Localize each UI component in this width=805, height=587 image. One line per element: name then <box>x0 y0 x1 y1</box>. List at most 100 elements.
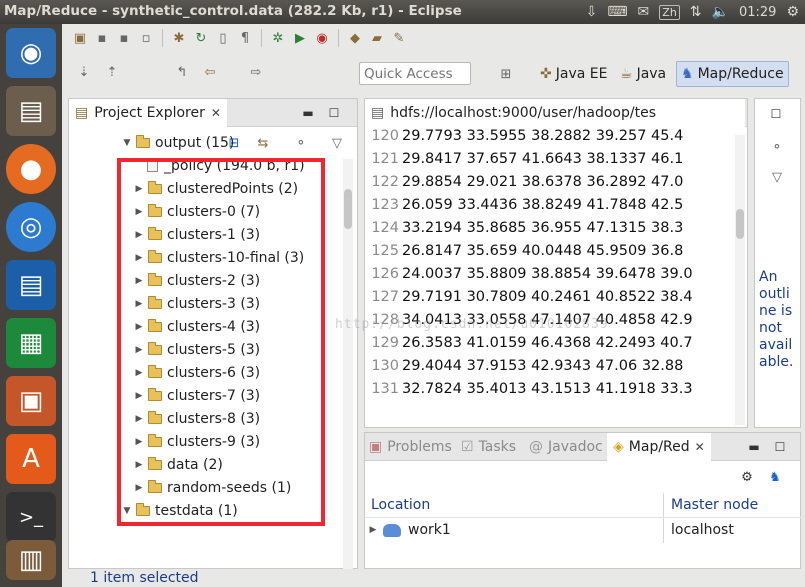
toggle-block-icon[interactable]: ▯ <box>213 28 233 48</box>
editor-text-area[interactable]: 120 29.7793 33.5955 38.2882 39.257 45.4 12… <box>365 127 747 427</box>
forward-icon[interactable]: ⇨ <box>246 62 266 82</box>
open-folder-icon[interactable]: ▰ <box>367 28 387 48</box>
outline-view-icon[interactable]: ⚬ <box>767 137 787 157</box>
collapsed-triangle-icon[interactable]: ▶ <box>133 391 145 401</box>
software-center-icon[interactable]: A <box>6 434 56 484</box>
tree-folder-item[interactable]: ▼ output (15) <box>121 131 234 154</box>
collapsed-triangle-icon[interactable]: ▶ <box>133 368 145 378</box>
collapsed-triangle-icon[interactable]: ▶ <box>133 414 145 424</box>
mail-icon[interactable]: ✉ <box>638 4 650 20</box>
perspective-map-reduce[interactable]: ♞ Map/Reduce <box>676 61 789 87</box>
tree-folder-item[interactable]: ▶ clusters-2 (3) <box>133 269 260 292</box>
table-row[interactable]: ▶ work1 <box>367 518 451 542</box>
tree-folder-item[interactable]: ▶ clusters-10-final (3) <box>133 246 304 269</box>
collapsed-triangle-icon[interactable]: ▶ <box>133 184 145 194</box>
keyboard-icon[interactable]: ⌨ <box>607 4 627 20</box>
close-icon[interactable]: ✕ <box>211 106 221 120</box>
save-all-icon[interactable]: ▪ <box>114 28 134 48</box>
maximize-icon[interactable]: ☐ <box>327 106 341 120</box>
tab-tasks[interactable]: ☑ Tasks <box>461 433 516 461</box>
new-location-icon[interactable]: ♞ <box>765 467 785 487</box>
collapsed-triangle-icon[interactable]: ▶ <box>133 460 145 470</box>
tab-editor-file[interactable]: ▤ hdfs://localhost:9000/user/hadoop/tes <box>365 99 745 127</box>
tree-folder-item[interactable]: ▶ clusters-1 (3) <box>133 223 260 246</box>
collapsed-triangle-icon[interactable]: ▶ <box>133 230 145 240</box>
tree-folder-item[interactable]: ▶ clusteredPoints (2) <box>133 177 298 200</box>
tree-folder-item[interactable]: ▼ testdata (1) <box>121 499 238 522</box>
network-icon[interactable]: ⇅ <box>690 4 702 20</box>
collapsed-triangle-icon[interactable]: ▶ <box>133 276 145 286</box>
impress-icon[interactable]: ▣ <box>6 376 56 426</box>
maximize-icon[interactable]: ☐ <box>773 440 787 454</box>
last-edit-icon[interactable]: ↰ <box>172 62 192 82</box>
chromium-icon[interactable]: ◎ <box>6 202 56 252</box>
workspace-switcher-icon[interactable]: ▥ <box>6 540 56 580</box>
back-icon[interactable]: ⇦ <box>200 62 220 82</box>
tree-folder-item[interactable]: ▶ random-seeds (1) <box>133 476 291 499</box>
terminal-icon[interactable]: >_ <box>6 492 56 542</box>
perspective-java-ee[interactable]: ✜ Java EE <box>536 61 611 87</box>
edit-location-icon[interactable]: ⚙ <box>737 467 757 487</box>
calc-icon[interactable]: ▦ <box>6 318 56 368</box>
next-annotation-icon[interactable]: ⇣ <box>74 62 94 82</box>
tab-map-reduce-locations[interactable]: ◈ Map/Red ✕ <box>607 433 711 461</box>
firefox-icon[interactable]: ● <box>6 144 56 194</box>
tree-folder-item[interactable]: ▶ clusters-4 (3) <box>133 315 260 338</box>
close-icon[interactable]: ✕ <box>695 440 705 454</box>
open-perspective-icon[interactable]: ⊞ <box>496 64 516 84</box>
minimize-icon[interactable]: ▬ <box>301 106 315 120</box>
expanded-triangle-icon[interactable]: ▼ <box>121 138 133 148</box>
gear-icon[interactable]: ⚙ <box>786 4 799 20</box>
editor-scrollbar[interactable] <box>735 135 745 425</box>
collapsed-triangle-icon[interactable]: ▶ <box>133 253 145 263</box>
show-whitespace-icon[interactable]: ¶ <box>235 28 255 48</box>
collapsed-triangle-icon[interactable]: ▶ <box>133 345 145 355</box>
minimize-icon[interactable]: ▬ <box>747 440 761 454</box>
collapsed-triangle-icon[interactable]: ▶ <box>133 299 145 309</box>
input-method-indicator[interactable]: Zh <box>659 4 680 20</box>
previous-annotation-icon[interactable]: ⇡ <box>102 62 122 82</box>
tree-folder-item[interactable]: ▶ clusters-6 (3) <box>133 361 260 384</box>
column-header-location[interactable]: Location <box>371 493 430 517</box>
open-type-icon[interactable]: ◆ <box>345 28 365 48</box>
tab-problems[interactable]: ▣ Problems <box>369 433 452 461</box>
build-icon[interactable]: ✱ <box>169 28 189 48</box>
tree-scrollbar[interactable] <box>343 159 353 569</box>
view-menu-icon[interactable]: ▽ <box>767 167 787 187</box>
collapsed-triangle-icon[interactable]: ▶ <box>133 322 145 332</box>
file-manager-icon[interactable]: ▤ <box>6 86 56 136</box>
debug-icon[interactable]: ✲ <box>268 28 288 48</box>
tree-folder-item[interactable]: ▶ clusters-3 (3) <box>133 292 260 315</box>
collapsed-triangle-icon[interactable]: ▶ <box>133 207 145 217</box>
expand-triangle-icon[interactable]: ▶ <box>367 525 379 535</box>
download-indicator-icon[interactable]: ⇩ <box>586 4 598 20</box>
tree-file-item[interactable]: _policy (194.0 b, r1) <box>133 154 305 177</box>
external-tools-icon[interactable]: ◉ <box>312 28 332 48</box>
tree-folder-item[interactable]: ▶ data (2) <box>133 453 223 476</box>
new-icon[interactable]: ▣ <box>70 28 90 48</box>
expanded-triangle-icon[interactable]: ▼ <box>121 506 133 516</box>
column-header-master-node[interactable]: Master node <box>671 493 758 517</box>
refresh-icon[interactable]: ↻ <box>191 28 211 48</box>
tree-folder-item[interactable]: ▶ clusters-0 (7) <box>133 200 260 223</box>
quick-access-input[interactable] <box>359 62 471 85</box>
writer-icon[interactable]: ▤ <box>6 260 56 310</box>
perspective-java[interactable]: ☕ Java <box>616 61 670 87</box>
collapsed-triangle-icon[interactable]: ▶ <box>133 483 145 493</box>
ubuntu-dash-icon[interactable]: ◉ <box>6 28 56 78</box>
tree-folder-item[interactable]: ▶ clusters-5 (3) <box>133 338 260 361</box>
tab-javadoc[interactable]: @ Javadoc <box>529 433 603 461</box>
clock[interactable]: 01:29 <box>739 5 776 20</box>
tab-project-explorer[interactable]: ▤ Project Explorer ✕ <box>69 99 227 127</box>
system-tray: ⇩ ⌨ ✉ Zh ⇅ 🔈 01:29 ⚙ <box>586 0 799 24</box>
search-icon[interactable]: ✎ <box>389 28 409 48</box>
print-icon[interactable]: ▫ <box>136 28 156 48</box>
maximize-icon[interactable]: ☐ <box>769 107 783 121</box>
tree-folder-item[interactable]: ▶ clusters-7 (3) <box>133 384 260 407</box>
volume-icon[interactable]: 🔈 <box>712 4 729 20</box>
tree-folder-item[interactable]: ▶ clusters-9 (3) <box>133 430 260 453</box>
tree-folder-item[interactable]: ▶ clusters-8 (3) <box>133 407 260 430</box>
run-icon[interactable]: ▶ <box>290 28 310 48</box>
collapsed-triangle-icon[interactable]: ▶ <box>133 437 145 447</box>
save-icon[interactable]: ▪ <box>92 28 112 48</box>
